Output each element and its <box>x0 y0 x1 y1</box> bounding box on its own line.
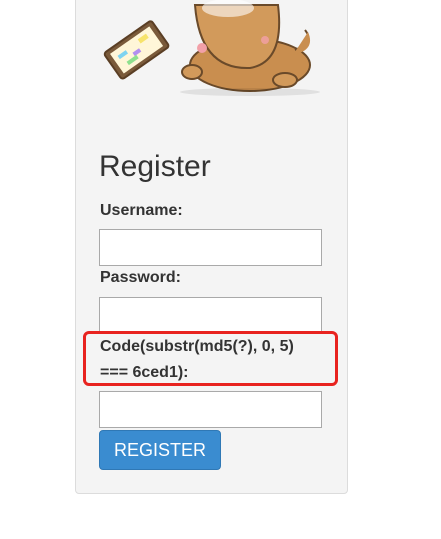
puppy-with-laptop-icon <box>103 0 320 96</box>
code-input[interactable] <box>99 391 322 428</box>
password-input[interactable] <box>99 297 322 334</box>
username-input[interactable] <box>99 229 322 266</box>
highlight-box <box>83 331 338 386</box>
register-button[interactable]: REGISTER <box>99 430 221 470</box>
password-label: Password: <box>100 269 181 286</box>
page-title: Register <box>99 150 211 183</box>
username-label: Username: <box>100 202 183 219</box>
